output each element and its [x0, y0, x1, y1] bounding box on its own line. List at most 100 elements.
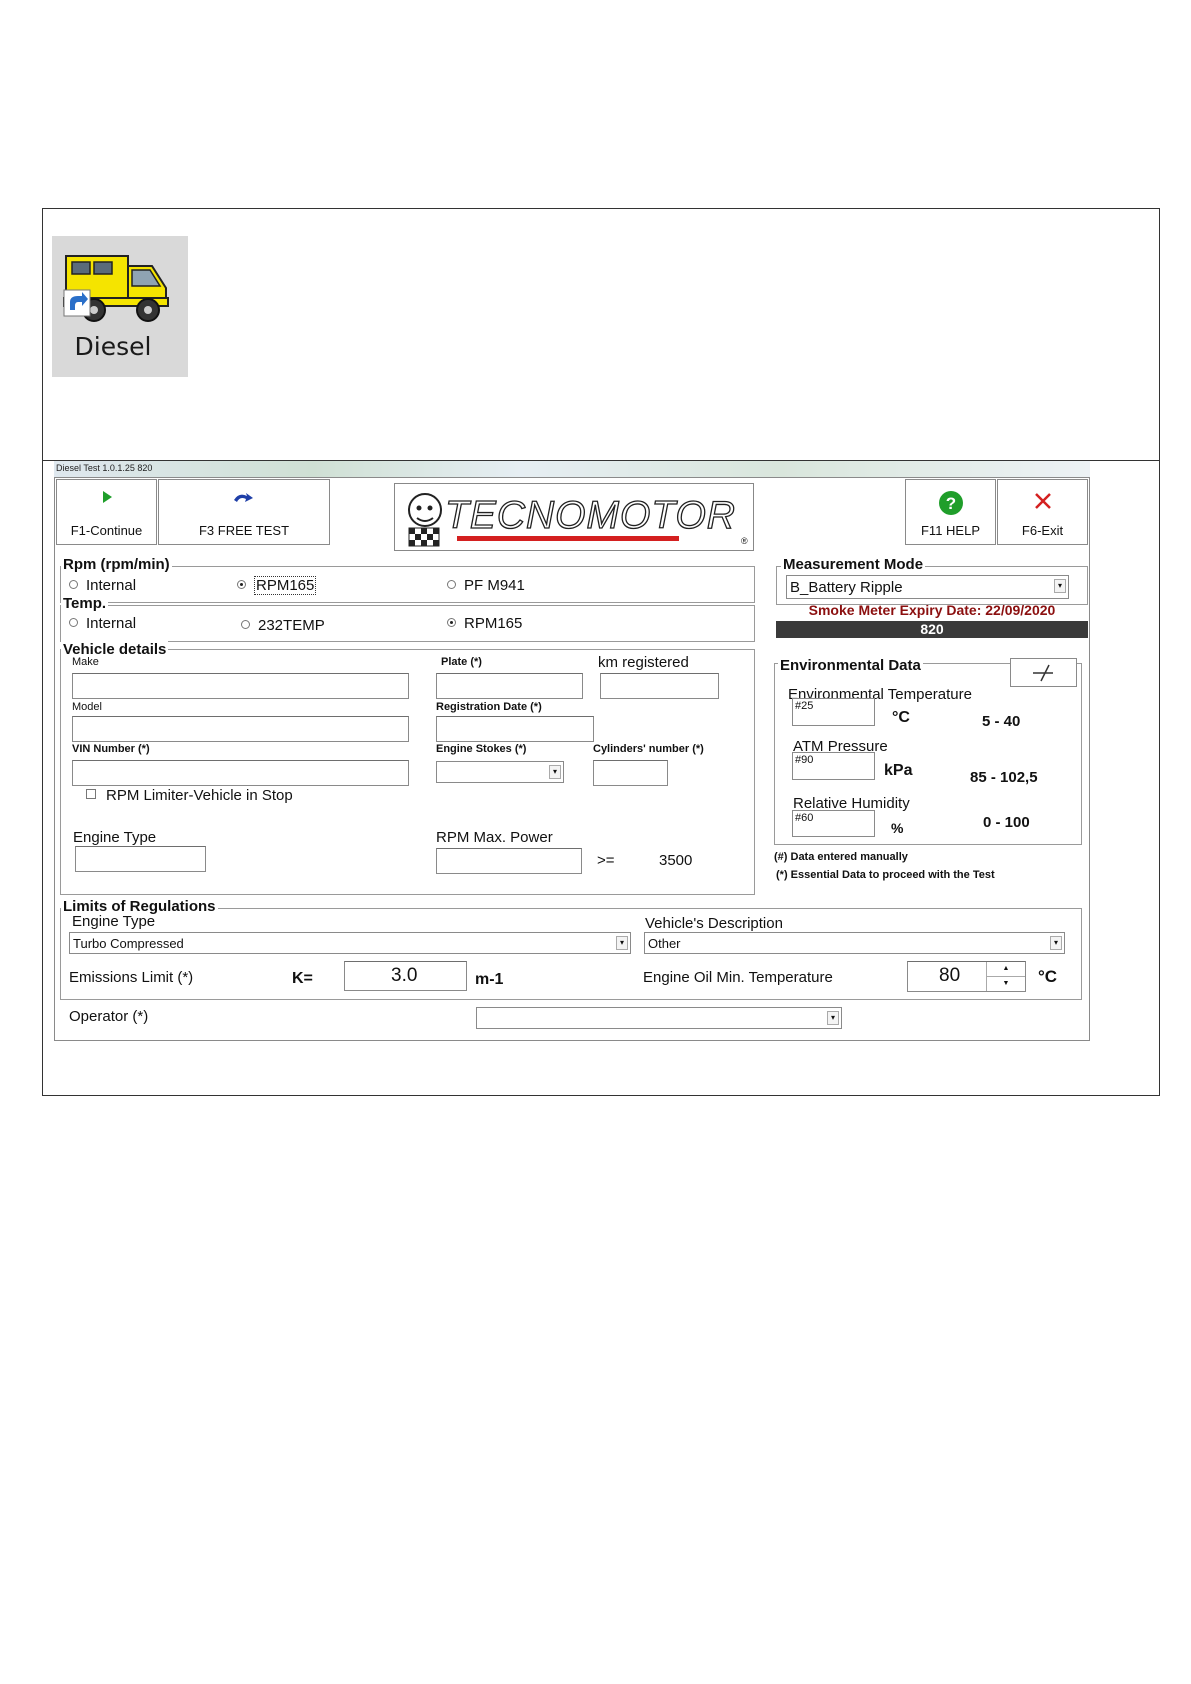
environmental-data-title: Environmental Data: [778, 657, 923, 674]
note-essential-data: (*) Essential Data to proceed with the T…: [776, 869, 995, 881]
spinner-up-icon[interactable]: ▲: [986, 962, 1025, 977]
continue-button[interactable]: F1-Continue: [56, 479, 157, 545]
note-data-entered-manually: (#) Data entered manually: [774, 851, 908, 863]
window-title: Diesel Test 1.0.1.25 820: [56, 463, 153, 473]
device-serial-bar: 820: [776, 621, 1088, 638]
temp-option-label: RPM165: [464, 615, 523, 632]
help-icon: ?: [938, 491, 963, 515]
k-value-input[interactable]: 3.0: [344, 961, 467, 991]
engine-stokes-select[interactable]: ▾: [436, 761, 564, 783]
diesel-desktop-shortcut[interactable]: Diesel: [52, 236, 188, 377]
radio-icon: [69, 617, 78, 627]
engine-type-input[interactable]: [75, 846, 206, 872]
measurement-mode-select[interactable]: B_Battery Ripple ▾: [786, 575, 1069, 599]
km-registered-input[interactable]: [600, 673, 719, 699]
engine-oil-label: Engine Oil Min. Temperature: [643, 969, 833, 986]
spinner-down-icon[interactable]: ▼: [986, 977, 1025, 991]
rpm-limiter-label: RPM Limiter-Vehicle in Stop: [106, 787, 293, 804]
rpm-limiter-checkbox[interactable]: RPM Limiter-Vehicle in Stop: [86, 787, 293, 804]
registration-date-input[interactable]: [436, 716, 594, 742]
measurement-group-title: Measurement Mode: [781, 556, 926, 573]
chevron-down-icon: ▾: [549, 765, 561, 779]
free-test-button[interactable]: F3 FREE TEST: [158, 479, 330, 545]
operator-label: Operator (*): [69, 1008, 149, 1025]
engine-oil-unit: °C: [1038, 967, 1058, 986]
checkbox-icon: [86, 789, 96, 800]
diesel-icon-label: Diesel: [74, 332, 152, 361]
chevron-down-icon: ▾: [616, 936, 628, 950]
vin-input[interactable]: [72, 760, 409, 786]
logo-stripe: [457, 536, 679, 541]
rpm-comparator: >=: [597, 852, 615, 869]
operator-select[interactable]: ▾: [476, 1007, 842, 1029]
radio-checked-icon: [237, 579, 246, 589]
k-unit: m-1: [475, 971, 504, 988]
environmental-temperature-value: #25: [795, 700, 814, 712]
rpm-option-label: Internal: [86, 577, 137, 594]
exit-label: F6-Exit: [1021, 523, 1064, 538]
radio-icon: [447, 579, 456, 589]
plate-label: Plate (*): [441, 656, 482, 668]
redo-arrow-icon: [234, 493, 253, 502]
engine-oil-spinner[interactable]: 80 ▲ ▼: [907, 961, 1026, 992]
rpm-group-title: Rpm (rpm/min): [61, 556, 172, 573]
help-button[interactable]: ? F11 HELP: [905, 479, 996, 545]
environmental-temperature-input[interactable]: #25: [792, 698, 875, 726]
vehicle-description-value: Other: [648, 936, 681, 951]
vehicle-description-label: Vehicle's Description: [645, 915, 783, 932]
atm-pressure-unit: kPa: [884, 762, 913, 779]
window-titlebar: Diesel Test 1.0.1.25 820: [54, 461, 1090, 477]
smoke-meter-expiry: Smoke Meter Expiry Date: 22/09/2020: [808, 602, 1056, 618]
relative-humidity-input[interactable]: #60: [792, 810, 875, 837]
svg-text:?: ?: [945, 494, 955, 513]
engine-stokes-label: Engine Stokes (*): [436, 743, 527, 755]
help-label: F11 HELP: [920, 523, 980, 538]
mascot-icon: [408, 493, 442, 547]
limits-engine-type-label: Engine Type: [72, 913, 156, 930]
close-icon: [1034, 493, 1051, 509]
temp-option-label: 232TEMP: [258, 617, 325, 634]
limits-engine-type-value: Turbo Compressed: [73, 936, 184, 951]
temp-group-title: Temp.: [61, 595, 109, 612]
temp-option-label: Internal: [86, 615, 137, 632]
cylinders-label: Cylinders' number (*): [593, 743, 704, 755]
thermometer-icon: [1033, 664, 1053, 682]
radio-icon: [241, 619, 250, 629]
exit-button[interactable]: F6-Exit: [997, 479, 1088, 545]
temp-option-rpm165[interactable]: RPM165: [447, 615, 522, 632]
k-value: 3.0: [391, 965, 418, 986]
cylinders-input[interactable]: [593, 760, 668, 786]
logo-registered-mark: ®: [741, 536, 748, 546]
engine-oil-value: 80: [939, 965, 961, 986]
chevron-down-icon: ▾: [1050, 936, 1062, 950]
chevron-down-icon: ▾: [1054, 579, 1066, 593]
environmental-temperature-unit: °C: [892, 709, 910, 726]
temp-option-internal[interactable]: Internal: [69, 615, 136, 632]
temp-group: [60, 605, 755, 642]
make-input[interactable]: [72, 673, 409, 699]
plate-input[interactable]: [436, 673, 583, 699]
rpm-max-power-label: RPM Max. Power: [436, 829, 553, 846]
rpm-option-internal[interactable]: Internal: [69, 577, 136, 594]
vehicle-description-select[interactable]: Other ▾: [644, 932, 1065, 954]
environment-sensor-button[interactable]: [1010, 658, 1077, 687]
rpm-max-power-input[interactable]: [436, 848, 582, 874]
rpm-option-rpm165[interactable]: RPM165: [237, 576, 317, 595]
logo-wordmark: TECNOMOTOR: [444, 493, 736, 537]
model-label: Model: [72, 701, 102, 713]
radio-icon: [69, 579, 78, 589]
relative-humidity-value: #60: [795, 812, 814, 824]
make-label: Make: [72, 656, 99, 668]
limits-engine-type-select[interactable]: Turbo Compressed ▾: [69, 932, 631, 954]
atm-pressure-input[interactable]: #90: [792, 752, 875, 780]
emissions-limit-label: Emissions Limit (*): [69, 969, 194, 986]
temp-option-232temp[interactable]: 232TEMP: [241, 617, 325, 634]
continue-label: F1-Continue: [70, 523, 143, 538]
measurement-mode-value: B_Battery Ripple: [790, 579, 903, 596]
model-input[interactable]: [72, 716, 409, 742]
registration-date-label: Registration Date (*): [436, 701, 542, 713]
environmental-temperature-range: 5 - 40: [982, 713, 1021, 730]
rpm-minimum-value: 3500: [659, 852, 693, 869]
radio-checked-icon: [447, 617, 456, 627]
rpm-option-pfm941[interactable]: PF M941: [447, 577, 525, 594]
